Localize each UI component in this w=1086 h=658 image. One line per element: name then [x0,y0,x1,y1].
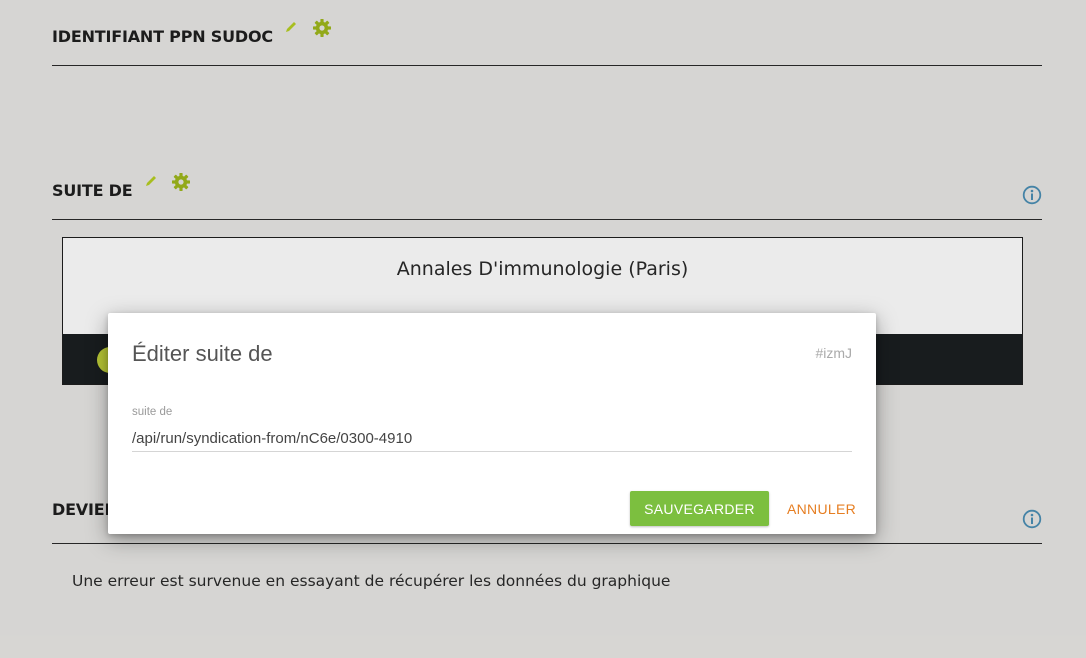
suite-de-input[interactable] [132,425,852,452]
modal-title: Éditer suite de [132,341,273,366]
modal-tag: #izmJ [815,345,852,361]
save-button[interactable]: SAUVEGARDER [630,491,769,526]
field-label: suite de [132,406,173,418]
page: IDENTIFIANT PPN SUDOC SUITE DE Annales D… [0,0,1086,658]
edit-modal: Éditer suite de #izmJ suite de SAUVEGARD… [108,313,876,534]
cancel-button[interactable]: ANNULER [781,491,859,526]
